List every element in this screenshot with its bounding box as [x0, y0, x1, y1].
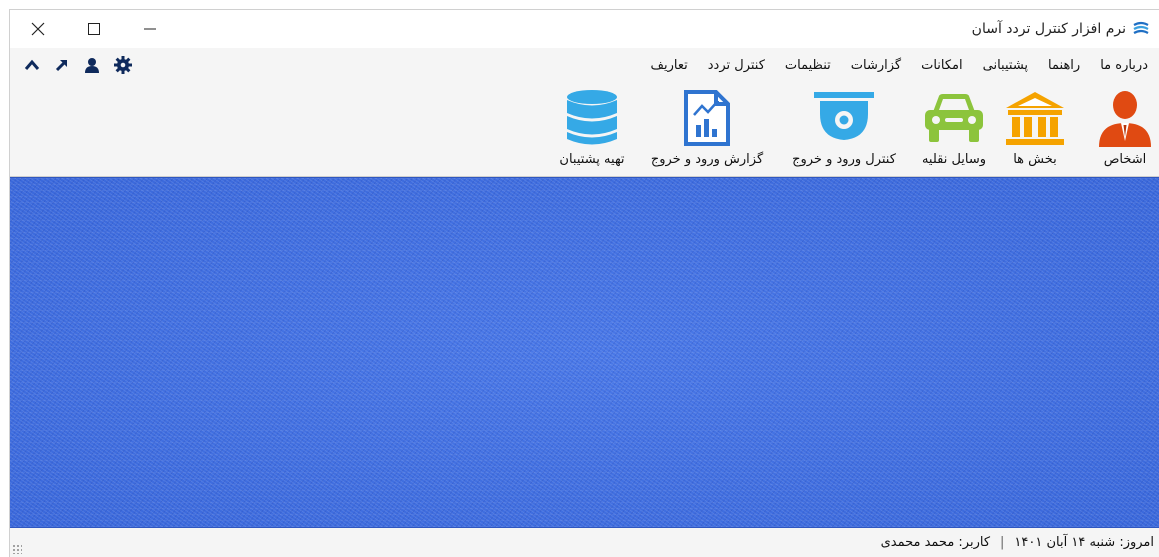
toolbar-traffic-report-label: گزارش ورود و خروج — [650, 152, 764, 167]
quick-tools — [24, 48, 132, 82]
menu-item-traffic-control[interactable]: کنترل تردد — [698, 58, 775, 73]
close-button[interactable] — [10, 10, 66, 48]
menu-item-reports[interactable]: گزارشات — [841, 58, 911, 73]
menu-bar: تعاریف کنترل تردد تنظیمات گزارشات امکانا… — [10, 48, 1159, 82]
user-icon — [85, 58, 99, 73]
toolbar-vehicles-button[interactable]: وسایل نقلیه — [914, 88, 994, 172]
toolbar-departments-label: بخش ها — [1013, 152, 1057, 167]
menu-item-settings[interactable]: تنظیمات — [775, 58, 841, 73]
window-title: نرم افزار کنترل تردد آسان — [972, 10, 1150, 48]
status-bar: امروز: شنبه ۱۴ آبان ۱۴۰۱ | کاربر: محمد م… — [10, 528, 1159, 557]
toolbar-backup-label: تهیه پشتیبان — [559, 152, 625, 167]
building-icon — [1006, 92, 1064, 145]
toolbar-persons-label: اشخاص — [1103, 152, 1147, 167]
status-separator: | — [1000, 535, 1005, 550]
maximize-button[interactable] — [66, 10, 122, 48]
gear-icon — [114, 56, 132, 74]
status-info: امروز: شنبه ۱۴ آبان ۱۴۰۱ | کاربر: محمد م… — [881, 528, 1154, 557]
main-content-area — [10, 177, 1159, 528]
toolbar-backup-button[interactable]: تهیه پشتیبان — [546, 88, 638, 172]
security-camera-icon — [814, 92, 874, 140]
collapse-button[interactable] — [24, 59, 40, 71]
arrow-up-right-icon — [55, 59, 68, 72]
settings-button[interactable] — [114, 56, 132, 74]
menu-item-help[interactable]: راهنما — [1038, 58, 1090, 73]
app-window: نرم افزار کنترل تردد آسان تعاریف کنترل ت… — [9, 9, 1159, 557]
user-button[interactable] — [84, 57, 100, 73]
car-icon — [925, 94, 983, 142]
status-user: کاربر: محمد محمدی — [880, 535, 991, 550]
menu-item-definitions[interactable]: تعاریف — [641, 58, 698, 73]
window-title-text: نرم افزار کنترل تردد آسان — [971, 21, 1126, 37]
toolbar-persons-button[interactable]: اشخاص — [1090, 88, 1159, 172]
resize-grip[interactable] — [12, 544, 22, 554]
menu-item-about[interactable]: درباره ما — [1090, 58, 1158, 73]
report-chart-icon — [684, 90, 730, 146]
toolbar-access-control-button[interactable]: کنترل ورود و خروج — [780, 88, 908, 172]
toolbar-access-control-label: کنترل ورود و خروج — [792, 152, 896, 167]
title-bar: نرم افزار کنترل تردد آسان — [10, 10, 1159, 48]
open-external-button[interactable] — [54, 57, 70, 73]
close-icon — [31, 22, 45, 36]
toolbar-vehicles-label: وسایل نقلیه — [921, 152, 987, 167]
minimize-icon — [144, 28, 156, 30]
person-icon — [1099, 91, 1151, 147]
main-toolbar: اشخاص بخش ها وسایل نقلیه کنترل ورود و خر… — [10, 82, 1159, 177]
toolbar-traffic-report-button[interactable]: گزارش ورود و خروج — [640, 88, 774, 172]
database-icon — [567, 90, 617, 145]
minimize-button[interactable] — [122, 10, 178, 48]
menu-item-features[interactable]: امکانات — [911, 58, 973, 73]
menu-item-support[interactable]: پشتیبانی — [973, 58, 1038, 73]
main-menu: تعاریف کنترل تردد تنظیمات گزارشات امکانا… — [641, 48, 1158, 82]
app-logo-icon — [1133, 21, 1149, 34]
status-date: امروز: شنبه ۱۴ آبان ۱۴۰۱ — [1014, 535, 1154, 550]
maximize-icon — [88, 23, 100, 35]
toolbar-departments-button[interactable]: بخش ها — [1000, 88, 1070, 172]
chevron-up-icon — [24, 59, 40, 70]
